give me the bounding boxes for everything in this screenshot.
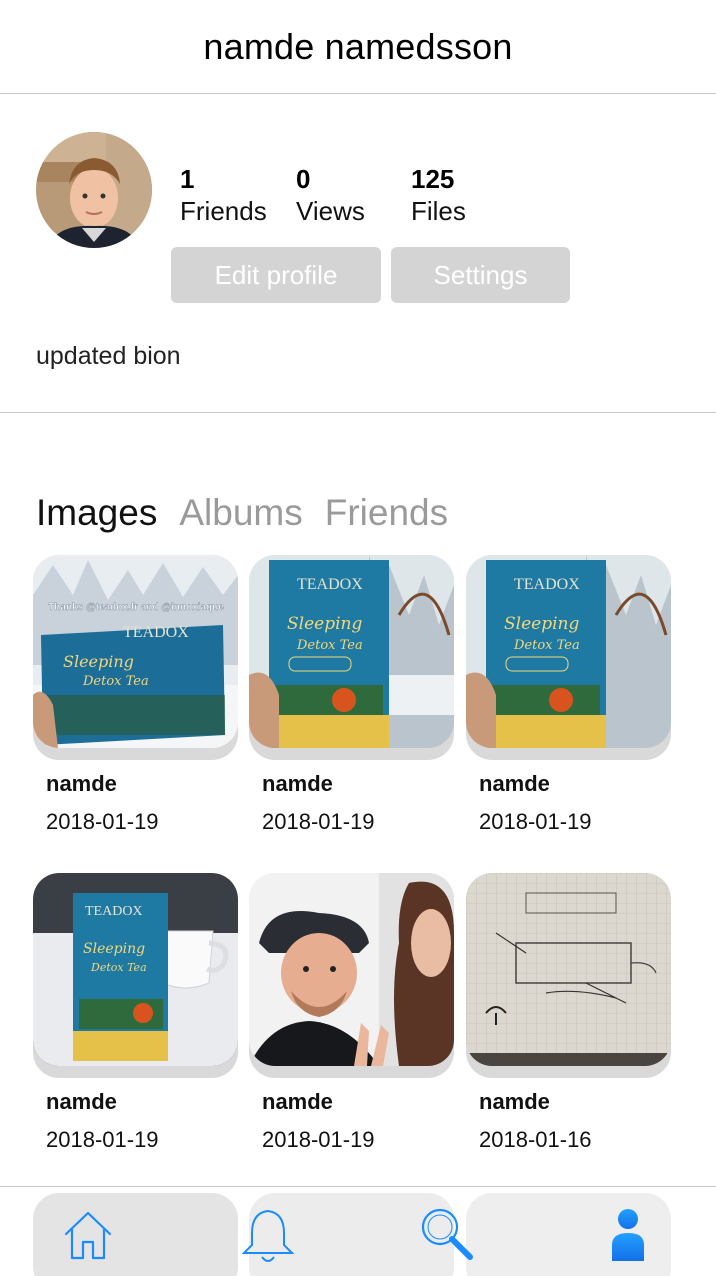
product-name: Detox Tea <box>90 961 147 974</box>
image-user: namde <box>479 771 550 796</box>
settings-button[interactable]: Settings <box>391 247 570 303</box>
product-brand: TEADOX <box>297 576 363 593</box>
product-name: Sleeping <box>287 614 362 634</box>
product-brand: TEADOX <box>514 576 580 593</box>
stat-files[interactable]: 125 Files <box>411 164 466 228</box>
image-card[interactable]: TEADOX Sleeping Detox Tea namde 2018-01-… <box>249 555 454 834</box>
product-name: Sleeping <box>83 941 145 957</box>
profile-bio: updated bion <box>36 342 181 370</box>
search-icon <box>421 1208 473 1260</box>
tab-albums[interactable]: Albums <box>179 492 302 534</box>
image-card[interactable]: TEADOX Sleeping Detox Tea namde 2018-01-… <box>466 555 671 834</box>
content-tabs: Images Albums Friends <box>36 492 448 534</box>
tab-profile[interactable] <box>598 1205 658 1265</box>
tab-images[interactable]: Images <box>36 492 157 534</box>
image-thumbnail[interactable] <box>466 873 671 1078</box>
home-icon <box>64 1211 112 1260</box>
image-date: 2018-01-19 <box>46 1127 159 1152</box>
image-user: namde <box>46 771 117 796</box>
photo-caption: Thanks @teadox.fr and @innoxiaque <box>48 602 224 613</box>
product-brand: TEADOX <box>123 624 189 641</box>
image-user: namde <box>479 1089 550 1114</box>
tab-friends[interactable]: Friends <box>325 492 448 534</box>
image-date: 2018-01-19 <box>46 809 159 834</box>
stat-value: 0 <box>296 164 311 194</box>
image-date: 2018-01-16 <box>479 1127 592 1152</box>
stat-label: Files <box>411 196 466 226</box>
product-name: Detox Tea <box>296 638 363 653</box>
image-user: namde <box>262 771 333 796</box>
tab-search[interactable] <box>416 1205 476 1265</box>
stat-label: Views <box>296 196 365 226</box>
stat-friends[interactable]: 1 Friends <box>180 164 267 228</box>
image-date: 2018-01-19 <box>262 1127 375 1152</box>
stat-label: Friends <box>180 196 267 226</box>
image-user: namde <box>46 1089 117 1114</box>
image-card[interactable]: namde 2018-01-16 <box>466 873 671 1152</box>
image-thumbnail[interactable]: TEADOX Sleeping Detox Tea <box>33 873 238 1078</box>
bell-icon <box>241 1209 295 1262</box>
bottom-tab-bar <box>0 1186 716 1276</box>
tab-notifications[interactable] <box>238 1205 298 1265</box>
edit-profile-button[interactable]: Edit profile <box>171 247 381 303</box>
tab-home[interactable] <box>58 1205 118 1265</box>
image-date: 2018-01-19 <box>479 809 592 834</box>
image-card[interactable]: TEADOX Sleeping Detox Tea namde 2018-01-… <box>33 873 238 1152</box>
product-name: Detox Tea <box>513 638 580 653</box>
image-thumbnail[interactable]: TEADOX Sleeping Detox Tea <box>466 555 671 760</box>
avatar[interactable] <box>36 132 152 248</box>
stat-value: 1 <box>180 164 195 194</box>
image-thumbnail[interactable] <box>249 873 454 1078</box>
page-title: namde namedsson <box>203 25 513 67</box>
product-name: Sleeping <box>504 614 579 634</box>
image-thumbnail[interactable]: Thanks @teadox.fr and @innoxiaque TEADOX… <box>33 555 238 760</box>
profile-section: 1 Friends 0 Views 125 Files Edit profile… <box>0 94 716 413</box>
stat-views[interactable]: 0 Views <box>296 164 365 228</box>
product-brand: TEADOX <box>85 904 143 919</box>
image-thumbnail[interactable]: TEADOX Sleeping Detox Tea <box>249 555 454 760</box>
image-user: namde <box>262 1089 333 1114</box>
stat-value: 125 <box>411 164 455 194</box>
image-date: 2018-01-19 <box>262 809 375 834</box>
image-card[interactable]: namde 2018-01-19 <box>249 873 454 1152</box>
product-name: Detox Tea <box>82 674 149 689</box>
product-name: Sleeping <box>63 652 134 671</box>
image-card[interactable]: Thanks @teadox.fr and @innoxiaque TEADOX… <box>33 555 238 834</box>
header: namde namedsson <box>0 0 716 94</box>
profile-icon <box>612 1209 644 1261</box>
